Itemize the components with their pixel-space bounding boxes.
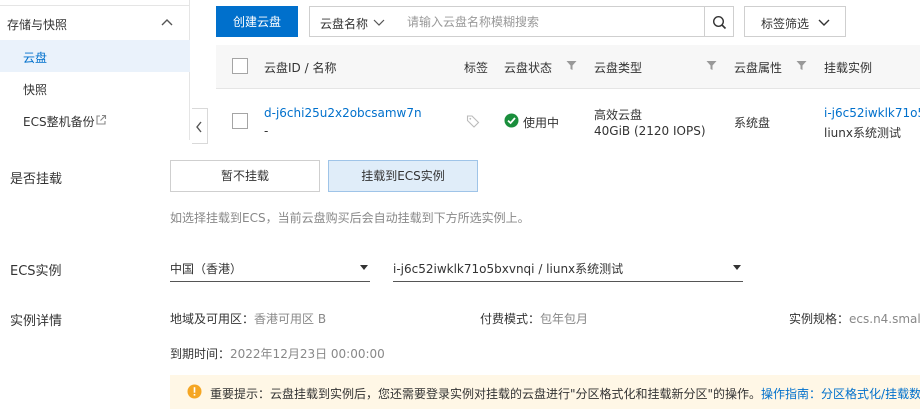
- mount-ecs-option[interactable]: 挂载到ECS实例: [328, 160, 478, 192]
- chevron-down-icon: [818, 19, 830, 26]
- sidebar-item-disk[interactable]: 云盘: [0, 40, 190, 72]
- instance-select[interactable]: i-j6c52iwklk71o5bxvnqi / liunx系统测试: [393, 254, 743, 282]
- external-link-icon: [96, 114, 107, 125]
- instance-spec-value: ecs.n4.small: [849, 312, 920, 326]
- no-mount-option[interactable]: 暂不挂载: [170, 160, 320, 192]
- chevron-left-icon: [196, 121, 202, 133]
- disk-id-link[interactable]: d-j6chi25u2x2obcsamw7n: [264, 106, 422, 120]
- search-button[interactable]: [704, 6, 734, 37]
- instance-id-link[interactable]: i-j6c52iwklk71o5b: [824, 106, 920, 120]
- pay-mode-key: 付费模式：: [480, 312, 541, 326]
- row-checkbox[interactable]: [232, 113, 248, 129]
- sidebar-item-label: 云盘: [23, 51, 48, 65]
- select-all-checkbox[interactable]: [232, 58, 248, 74]
- create-disk-button[interactable]: 创建云盘: [216, 6, 298, 37]
- filter-funnel-icon[interactable]: [566, 60, 577, 71]
- sidebar-item-label: 快照: [23, 83, 48, 97]
- caret-down-icon: [733, 265, 741, 270]
- instance-spec-key: 实例规格：: [789, 312, 850, 326]
- column-header-tag: 标签: [464, 61, 489, 75]
- table-header: 云盘ID / 名称 标签 云盘状态 云盘类型 云盘属性 挂载实例: [216, 45, 920, 89]
- pay-mode-detail: 付费模式：包年包月: [480, 310, 588, 327]
- sidebar-section-title: 存储与快照: [7, 18, 68, 32]
- tag-filter-button[interactable]: 标签筛选: [744, 6, 846, 37]
- column-header-attr: 云盘属性: [734, 61, 783, 75]
- chevron-up-icon[interactable]: [160, 16, 174, 30]
- zone-value: 香港可用区 B: [254, 312, 327, 326]
- search-icon: [712, 15, 727, 30]
- caret-down-icon: [360, 265, 368, 270]
- tag-icon[interactable]: [466, 114, 480, 128]
- expire-key: 到期时间：: [170, 347, 231, 361]
- disk-attr: 系统盘: [734, 116, 771, 130]
- column-header-instance: 挂载实例: [824, 61, 873, 75]
- warning-icon: [187, 384, 202, 399]
- tag-filter-label: 标签筛选: [761, 17, 810, 31]
- operation-guide-link[interactable]: 操作指南：分区格式化/挂载数: [761, 387, 920, 401]
- pay-mode-value: 包年包月: [540, 312, 589, 326]
- table-row: d-j6chi25u2x2obcsamw7n - 使用中 高效云盘 40GiB …: [216, 90, 920, 152]
- zone-key: 地域及可用区：: [170, 312, 255, 326]
- region-select-value: 中国（香港）: [170, 262, 243, 276]
- disk-type: 高效云盘: [594, 108, 643, 122]
- column-header-status: 云盘状态: [504, 61, 553, 75]
- notice-message: 重要提示：云盘挂载到实例后，您还需要登录实例对挂载的云盘进行"分区格式化和挂载新…: [210, 387, 762, 401]
- region-select[interactable]: 中国（香港）: [170, 254, 370, 282]
- search-field-select[interactable]: 云盘名称: [309, 6, 396, 37]
- sidebar-item-snapshot[interactable]: 快照: [0, 72, 190, 104]
- notice-text: 重要提示：云盘挂载到实例后，您还需要登录实例对挂载的云盘进行"分区格式化和挂载新…: [210, 385, 920, 402]
- sidebar-item-label: ECS整机备份: [23, 115, 95, 129]
- success-check-icon: [504, 113, 519, 128]
- search-input[interactable]: [395, 6, 705, 37]
- sidebar-collapse-button[interactable]: [192, 108, 208, 144]
- disk-status: 使用中: [523, 116, 560, 130]
- instance-spec-detail: 实例规格：ecs.n4.small: [789, 310, 920, 327]
- mount-label: 是否挂载: [10, 172, 63, 187]
- disk-spec: 40GiB (2120 IOPS): [594, 124, 706, 138]
- filter-funnel-icon[interactable]: [706, 60, 717, 71]
- column-header-type: 云盘类型: [594, 61, 643, 75]
- instance-select-value: i-j6c52iwklk71o5bxvnqi / liunx系统测试: [393, 262, 624, 276]
- sidebar-top-divider: [0, 0, 190, 6]
- column-header-id-name: 云盘ID / 名称: [264, 61, 337, 75]
- disk-name: -: [264, 124, 269, 138]
- instance-detail-label: 实例详情: [10, 314, 63, 329]
- sidebar: 存储与快照 云盘 快照 ECS整机备份: [0, 0, 190, 140]
- search-field-value: 云盘名称: [320, 17, 369, 31]
- filter-funnel-icon[interactable]: [796, 60, 807, 71]
- expire-value: 2022年12月23日 00:00:00: [230, 347, 385, 361]
- sidebar-item-ecs-backup[interactable]: ECS整机备份: [0, 104, 190, 136]
- sidebar-section-storage[interactable]: 存储与快照: [0, 8, 190, 38]
- ecs-instance-label: ECS实例: [10, 264, 62, 279]
- mount-hint: 如选择挂载到ECS，当前云盘购买后会自动挂载到下方所选实例上。: [170, 211, 530, 225]
- chevron-down-icon: [373, 19, 385, 26]
- zone-detail: 地域及可用区：香港可用区 B: [170, 310, 326, 327]
- instance-name: liunx系统测试: [824, 126, 901, 140]
- important-notice: 重要提示：云盘挂载到实例后，您还需要登录实例对挂载的云盘进行"分区格式化和挂载新…: [170, 375, 920, 409]
- expire-detail: 到期时间：2022年12月23日 00:00:00: [170, 345, 385, 362]
